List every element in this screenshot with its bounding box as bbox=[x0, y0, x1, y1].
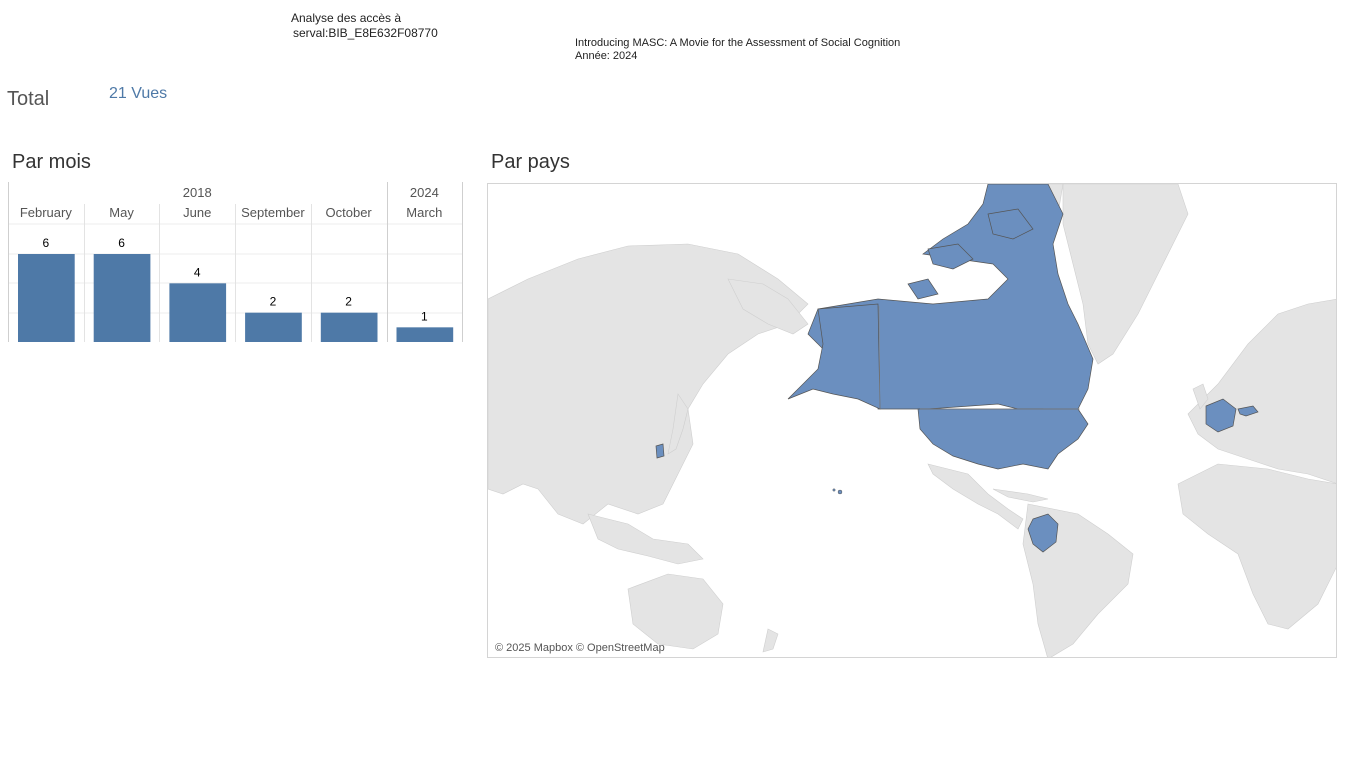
bar-september[interactable] bbox=[245, 312, 302, 342]
bar-value-february: 6 bbox=[43, 236, 50, 250]
page-title: Analyse des accès à serval:BIB_E8E632F08… bbox=[291, 11, 438, 41]
bar-value-june: 4 bbox=[194, 265, 201, 279]
bar-june[interactable] bbox=[169, 283, 227, 342]
bar-may[interactable] bbox=[93, 254, 151, 342]
year-label-2024: 2024 bbox=[410, 185, 439, 200]
month-label-september: September bbox=[241, 205, 305, 220]
world-map[interactable] bbox=[488, 184, 1337, 658]
month-bar-chart[interactable]: 2018 2024 February 6 May 6 June 4 September 2 Octo… bbox=[8, 182, 464, 344]
bar-value-september: 2 bbox=[270, 295, 277, 309]
country-map[interactable]: © 2025 Mapbox © OpenStreetMap bbox=[487, 183, 1337, 658]
bar-march[interactable] bbox=[396, 327, 454, 342]
country-usa-hawaii-2 bbox=[832, 488, 836, 492]
year-label-2018: 2018 bbox=[183, 185, 212, 200]
land-africa bbox=[1177, 463, 1336, 630]
country-usa-hawaii bbox=[837, 489, 843, 495]
month-label-june: June bbox=[183, 205, 211, 220]
page-title-line1: Analyse des accès à bbox=[291, 11, 402, 25]
map-credit[interactable]: © 2025 Mapbox © OpenStreetMap bbox=[495, 642, 665, 654]
bar-value-may: 6 bbox=[118, 236, 125, 250]
publication-year: Année: 2024 bbox=[575, 50, 638, 62]
land-australia bbox=[627, 573, 724, 650]
bar-october[interactable] bbox=[320, 312, 378, 342]
total-views-value: 21 Vues bbox=[109, 85, 168, 102]
month-label-february: February bbox=[20, 205, 73, 220]
by-month-title: Par mois bbox=[12, 151, 91, 173]
by-country-title: Par pays bbox=[491, 151, 570, 173]
bar-february[interactable] bbox=[18, 254, 75, 342]
page-title-line2: serval:BIB_E8E632F08770 bbox=[293, 26, 438, 40]
country-south-korea bbox=[655, 443, 665, 459]
month-label-october: October bbox=[326, 205, 373, 220]
land-caribbean bbox=[992, 488, 1049, 503]
land-europe bbox=[1187, 299, 1336, 484]
land-new-zealand bbox=[762, 628, 779, 653]
land-se-asia bbox=[587, 513, 704, 565]
total-label: Total bbox=[7, 88, 50, 110]
month-label-may: May bbox=[109, 205, 134, 220]
publication-info: Introducing MASC: A Movie for the Assess… bbox=[575, 37, 900, 63]
month-label-march: March bbox=[406, 205, 442, 220]
publication-title: Introducing MASC: A Movie for the Assess… bbox=[575, 37, 901, 49]
bar-value-october: 2 bbox=[345, 295, 352, 309]
bar-value-march: 1 bbox=[421, 309, 428, 323]
country-usa bbox=[917, 408, 1089, 470]
